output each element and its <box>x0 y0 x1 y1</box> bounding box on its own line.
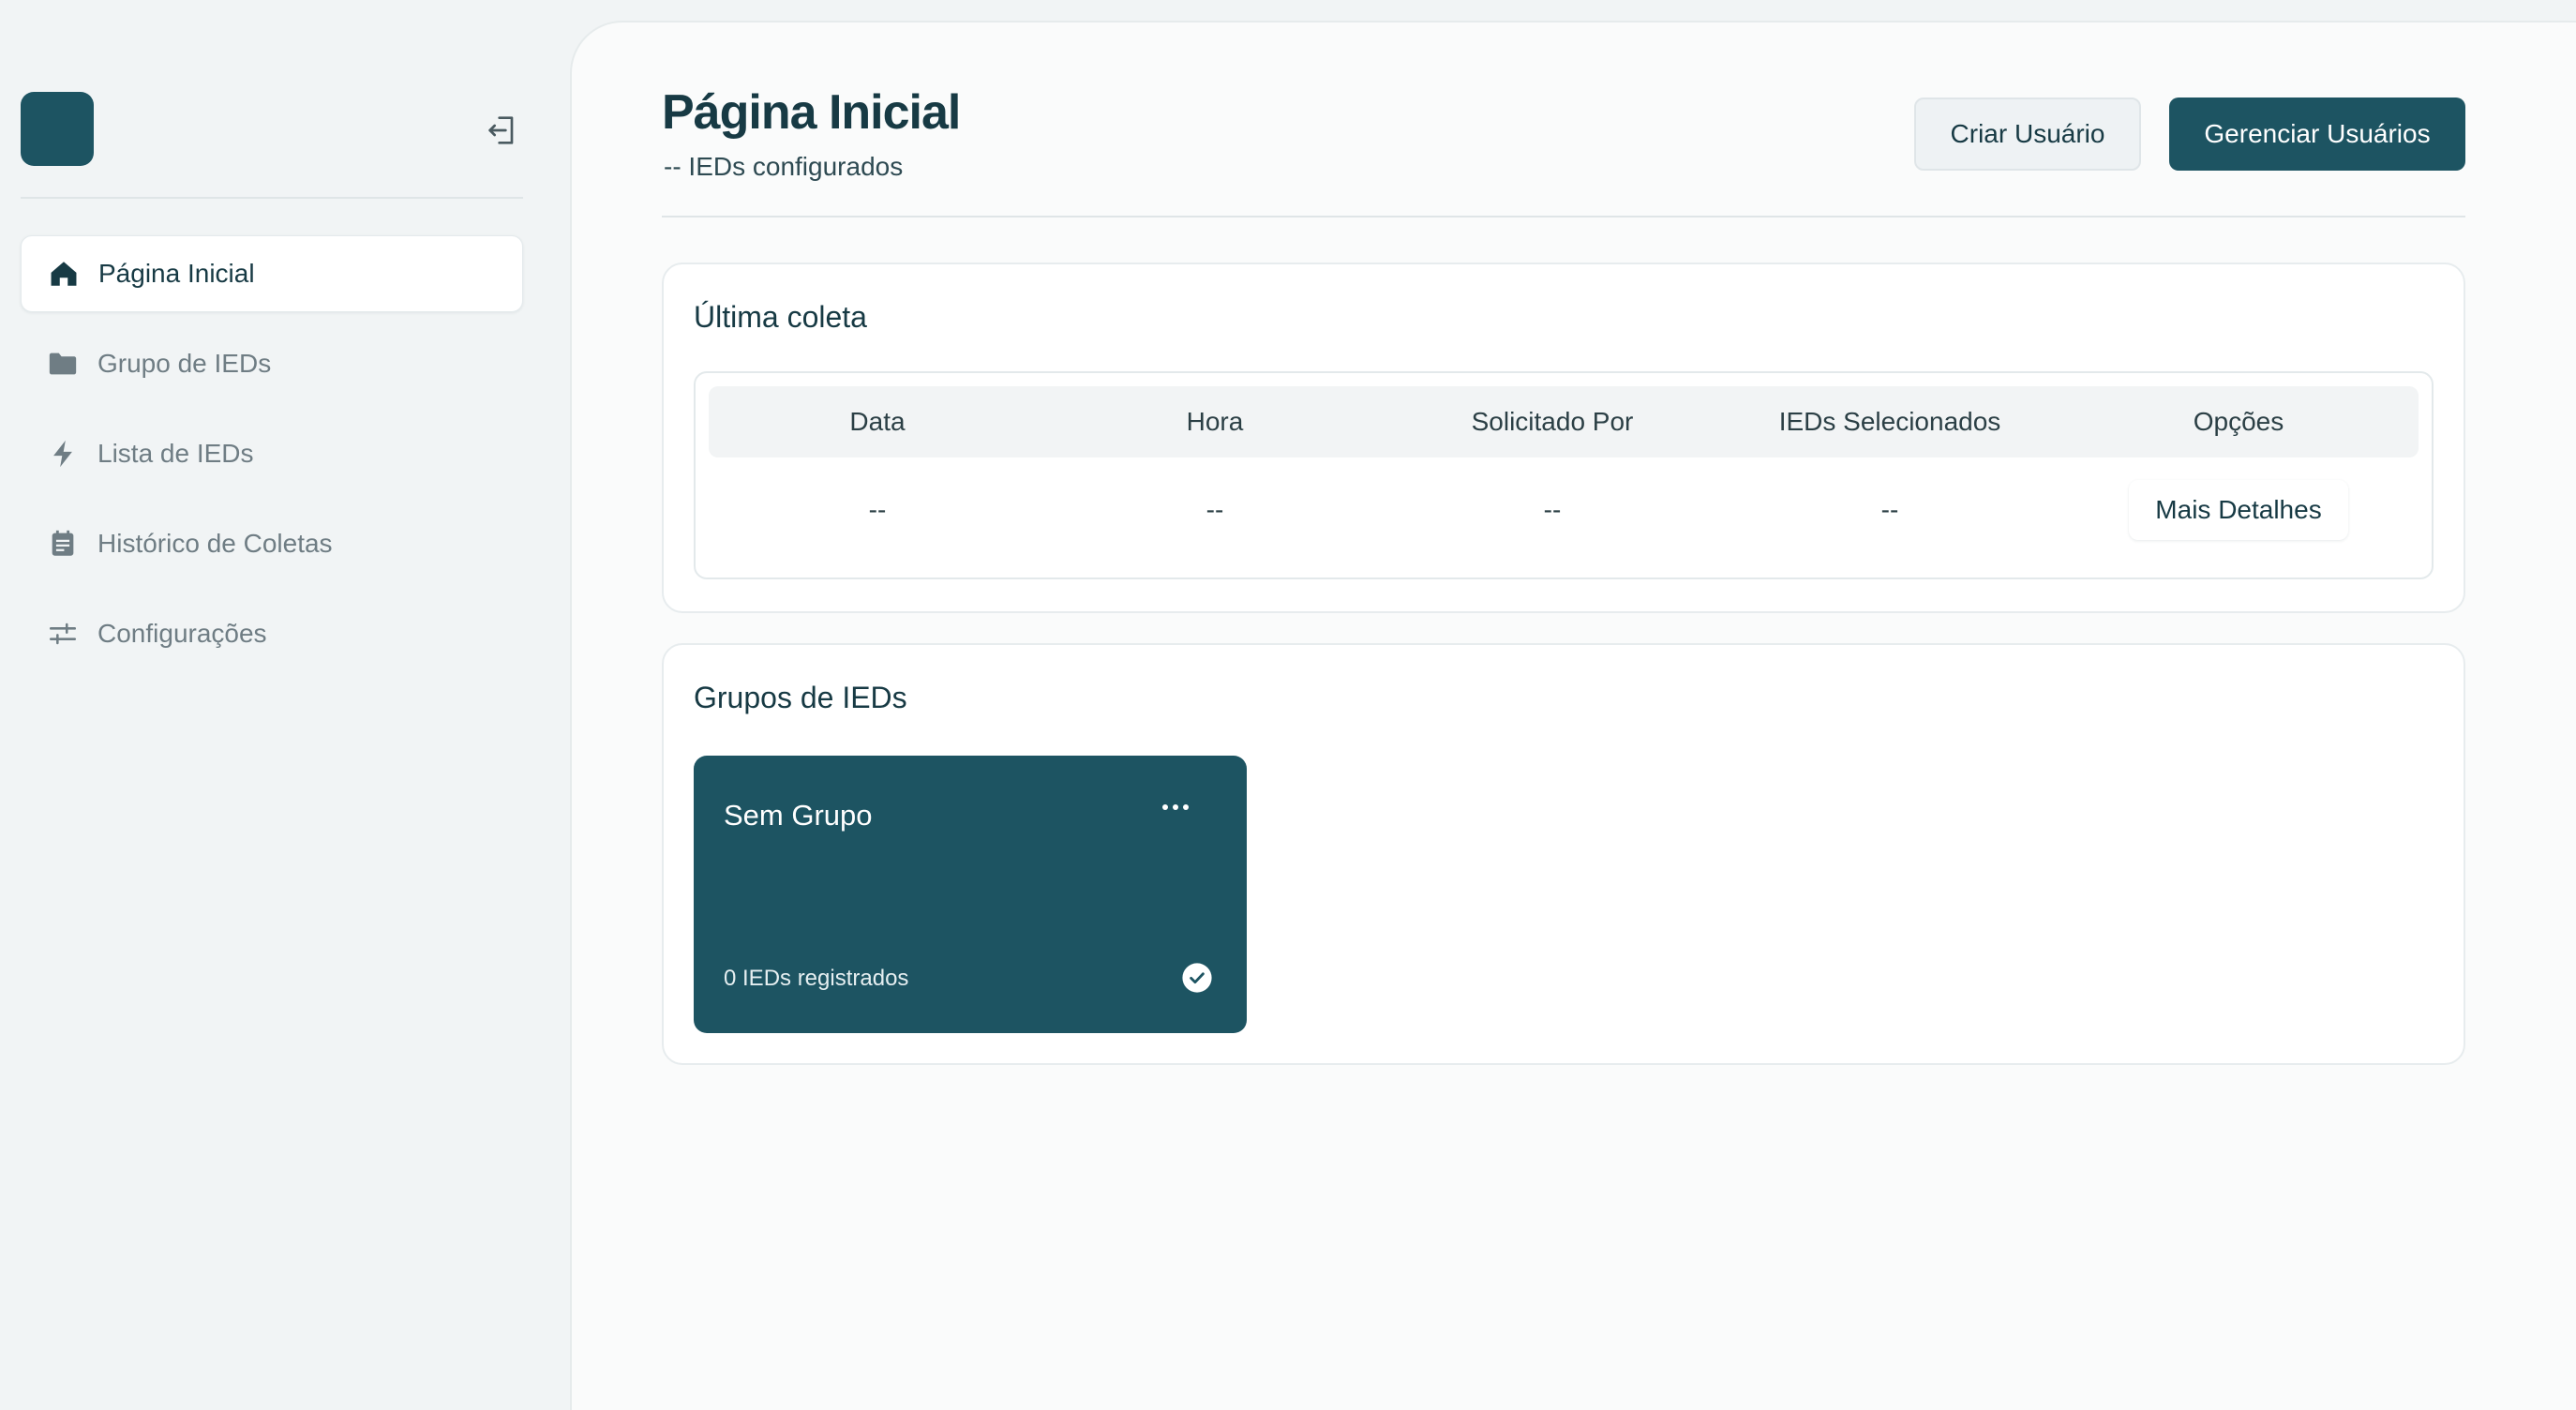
sidebar-item-lista-de-ieds[interactable]: Lista de IEDs <box>21 415 523 492</box>
sidebar-item-label: Página Inicial <box>98 259 255 288</box>
sliders-icon <box>47 618 79 650</box>
sidebar-item-label: Grupo de IEDs <box>97 349 272 378</box>
column-header-data: Data <box>849 407 906 436</box>
lightning-icon <box>47 438 79 470</box>
manage-users-button[interactable]: Gerenciar Usuários <box>2169 98 2465 171</box>
page-subtitle: -- IEDs configurados <box>664 152 904 181</box>
ied-groups-title: Grupos de IEDs <box>694 681 907 714</box>
sidebar-item-configuracoes[interactable]: Configurações <box>21 595 523 672</box>
sidebar-nav: Página Inicial Grupo de IEDs Lista de IE… <box>21 235 523 685</box>
sidebar-item-label: Configurações <box>97 619 267 648</box>
sidebar-item-pagina-inicial[interactable]: Página Inicial <box>21 235 523 312</box>
column-header-ieds-selecionados: IEDs Selecionados <box>1778 407 2001 436</box>
column-header-hora: Hora <box>1186 407 1244 436</box>
main-panel: Página Inicial -- IEDs configurados Cria… <box>570 21 2576 1410</box>
last-collection-card: Última coleta Data Hora Solicitado Por I… <box>662 262 2465 613</box>
last-collection-table: Data Hora Solicitado Por IEDs Selecionad… <box>694 371 2434 579</box>
last-collection-title: Última coleta <box>694 300 867 334</box>
group-card-sem-grupo[interactable]: Sem Grupo 0 IEDs registrados <box>694 756 1247 1033</box>
logout-icon[interactable] <box>484 112 521 149</box>
sidebar-item-grupo-de-ieds[interactable]: Grupo de IEDs <box>21 325 523 402</box>
cell-solicitado-por: -- <box>1543 495 1562 524</box>
cell-data: -- <box>868 495 887 524</box>
column-header-solicitado-por: Solicitado Por <box>1471 407 1634 436</box>
home-icon <box>48 258 80 290</box>
sidebar-item-label: Lista de IEDs <box>97 439 254 468</box>
sidebar-item-label: Histórico de Coletas <box>97 529 333 558</box>
group-name: Sem Grupo <box>724 799 873 832</box>
sidebar: Página Inicial Grupo de IEDs Lista de IE… <box>0 0 570 1386</box>
header-divider <box>662 216 2465 218</box>
cell-opcoes: Mais Detalhes <box>2059 474 2419 546</box>
ied-groups-card: Grupos de IEDs Sem Grupo 0 IEDs registra… <box>662 643 2465 1065</box>
sidebar-item-historico-de-coletas[interactable]: Histórico de Coletas <box>21 505 523 582</box>
folder-icon <box>47 348 79 380</box>
more-horizontal-icon[interactable] <box>1157 793 1194 821</box>
sidebar-divider <box>21 197 523 199</box>
page-title: Página Inicial <box>662 85 961 140</box>
cell-ieds-selecionados: -- <box>1880 495 1899 524</box>
check-circle-icon <box>1181 962 1213 994</box>
cell-hora: -- <box>1206 495 1224 524</box>
table-row: -- -- -- -- Mais Detalhes <box>709 474 2419 546</box>
table-header: Data Hora Solicitado Por IEDs Selecionad… <box>709 386 2419 458</box>
group-count: 0 IEDs registrados <box>724 966 909 991</box>
app-logo <box>21 92 94 166</box>
more-details-button[interactable]: Mais Detalhes <box>2129 480 2348 540</box>
calendar-icon <box>47 528 79 560</box>
create-user-button[interactable]: Criar Usuário <box>1914 98 2141 171</box>
column-header-opcoes: Opções <box>2193 407 2284 436</box>
